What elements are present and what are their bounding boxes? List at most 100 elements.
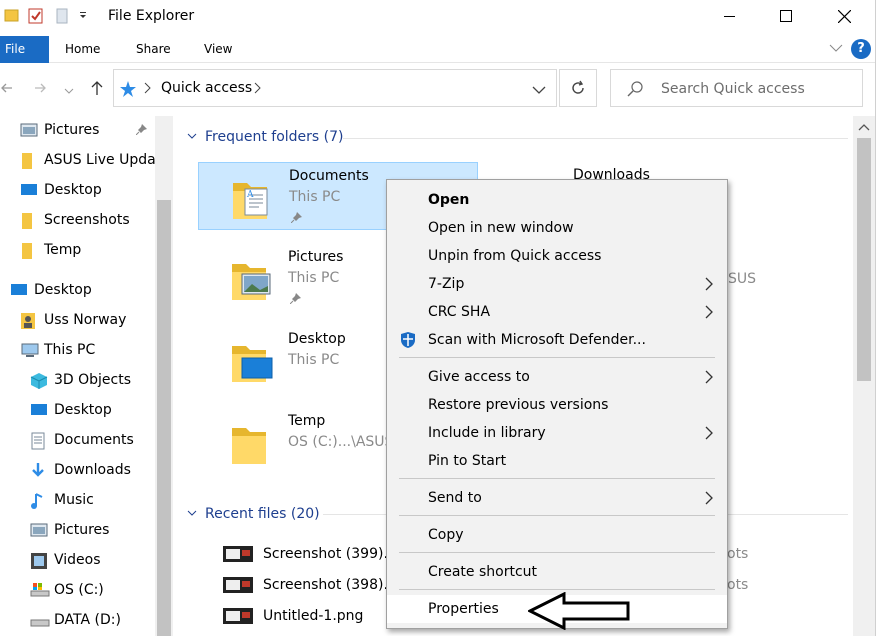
address-dropdown-icon[interactable]	[532, 84, 546, 99]
sidebar-item-asus-live-updat[interactable]: ASUS Live Updat	[0, 146, 161, 176]
qa-dropdown-icon[interactable]	[78, 10, 88, 25]
sidebar-item-label: OS (C:)	[54, 582, 104, 598]
folder-name: Documents	[289, 168, 369, 184]
sidebar-item-3d-objects[interactable]: 3D Objects	[0, 366, 155, 396]
menu-item-crc-sha[interactable]: CRC SHA	[387, 298, 727, 326]
breadcrumb-separator-icon[interactable]	[144, 82, 152, 98]
folder-icon	[20, 212, 38, 229]
scroll-up-icon[interactable]	[857, 121, 871, 136]
recent-locations-icon[interactable]	[64, 85, 74, 100]
sidebar-item-data-d[interactable]: DATA (D:)	[0, 606, 155, 636]
breadcrumb-quick-access[interactable]: Quick access	[161, 80, 252, 96]
menu-item-give-access-to[interactable]: Give access to	[387, 363, 727, 391]
sidebar-item-label: Music	[54, 492, 94, 508]
sidebar-item-label: Videos	[54, 552, 101, 568]
minimize-button[interactable]	[701, 0, 759, 32]
menu-item-label: Create shortcut	[428, 564, 538, 580]
content-scroll-thumb[interactable]	[857, 138, 871, 381]
image-file-icon	[223, 546, 253, 562]
sidebar-item-desktop[interactable]: Desktop	[0, 276, 155, 306]
sidebar-item-screenshots[interactable]: Screenshots	[0, 206, 155, 236]
defender-shield-icon	[399, 331, 417, 353]
menu-item-pin-to-start[interactable]: Pin to Start	[387, 447, 727, 475]
close-button[interactable]	[815, 0, 873, 32]
sidebar-item-label: DATA (D:)	[54, 612, 121, 628]
recent-file-name: Screenshot (399).p	[263, 546, 397, 562]
menu-item-restore-previous-versions[interactable]: Restore previous versions	[387, 391, 727, 419]
submenu-arrow-icon	[704, 490, 714, 510]
tab-file[interactable]: File	[0, 36, 49, 63]
sidebar-item-pictures[interactable]: Pictures	[0, 116, 155, 146]
menu-item-scan-with-microsoft-defender[interactable]: Scan with Microsoft Defender...	[387, 326, 727, 354]
title-bar: File Explorer	[0, 0, 881, 34]
tab-home[interactable]: Home	[65, 42, 100, 56]
collapse-chevron-icon[interactable]	[187, 129, 197, 145]
sidebar-item-desktop[interactable]: Desktop	[0, 396, 155, 426]
recent-file-name: Screenshot (398).p	[263, 577, 397, 593]
properties-qa-icon[interactable]	[28, 7, 44, 29]
search-input[interactable]: Search Quick access	[661, 81, 805, 97]
temp-folder-icon	[230, 416, 276, 472]
sidebar-item-label: 3D Objects	[54, 372, 132, 388]
sidebar-item-documents[interactable]: Documents	[0, 426, 155, 456]
sidebar-item-os-c[interactable]: OS (C:)	[0, 576, 155, 606]
menu-item-label: Send to	[428, 490, 482, 506]
desktop-icon	[10, 282, 28, 298]
recent-file-location: ots	[727, 577, 749, 593]
menu-item-create-shortcut[interactable]: Create shortcut	[387, 558, 727, 586]
sidebar-item-this-pc[interactable]: This PC	[0, 336, 155, 366]
search-box[interactable]: Search Quick access	[610, 69, 863, 107]
menu-item-include-in-library[interactable]: Include in library	[387, 419, 727, 447]
menu-item-label: Give access to	[428, 369, 530, 385]
breadcrumb-chevron-icon[interactable]	[254, 82, 262, 98]
sidebar-item-videos[interactable]: Videos	[0, 546, 155, 576]
maximize-button[interactable]	[757, 0, 815, 32]
drive-c-icon	[30, 582, 50, 598]
sidebar-item-temp[interactable]: Temp	[0, 236, 155, 266]
menu-item-open-in-new-window[interactable]: Open in new window	[387, 214, 727, 242]
ribbon: File Home Share View ?	[0, 34, 881, 63]
tab-share[interactable]: Share	[136, 42, 171, 56]
sidebar-item-label: Uss Norway	[44, 312, 127, 328]
refresh-button[interactable]	[559, 69, 597, 107]
downloads-location: SUS	[728, 271, 757, 287]
pictures-folder-icon	[230, 252, 276, 308]
expand-ribbon-icon[interactable]	[829, 42, 843, 57]
recent-file-location: ots	[727, 546, 749, 562]
image-file-icon	[223, 577, 253, 593]
folder-location: This PC	[288, 270, 340, 286]
recent-files-header[interactable]: Recent files (20)	[187, 506, 320, 522]
sidebar-item-label: Desktop	[44, 182, 102, 198]
sidebar-item-pictures[interactable]: Pictures	[0, 516, 155, 546]
sidebar-item-downloads[interactable]: Downloads	[0, 456, 155, 486]
menu-item-send-to[interactable]: Send to	[387, 484, 727, 512]
back-arrow-icon[interactable]	[0, 82, 14, 98]
address-bar[interactable]: Quick access	[113, 69, 557, 107]
help-button[interactable]: ?	[851, 39, 871, 59]
up-arrow-icon[interactable]	[90, 80, 104, 100]
menu-item-unpin-from-quick-access[interactable]: Unpin from Quick access	[387, 242, 727, 270]
navigation-pane: Pictures ASUS Live Updat Desktop Screenshot…	[0, 116, 173, 636]
tab-view[interactable]: View	[204, 42, 232, 56]
menu-item-7-zip[interactable]: 7-Zip	[387, 270, 727, 298]
new-folder-qa-icon[interactable]	[55, 7, 69, 29]
sidebar-item-uss-norway[interactable]: Uss Norway	[0, 306, 155, 336]
sidebar-item-label: Desktop	[54, 402, 112, 418]
menu-item-label: Unpin from Quick access	[428, 248, 602, 264]
frequent-folders-header[interactable]: Frequent folders (7)	[187, 129, 344, 145]
menu-separator	[399, 478, 715, 479]
forward-arrow-icon[interactable]	[33, 82, 47, 98]
menu-item-label: Copy	[428, 527, 464, 543]
folder-location: This PC	[288, 352, 340, 368]
sidebar-item-label: ASUS Live Updat	[44, 152, 162, 168]
menu-separator	[399, 589, 715, 590]
desktop-folder-icon	[230, 334, 276, 390]
menu-item-open[interactable]: Open	[387, 186, 727, 214]
navigation-pane-scroll-thumb[interactable]	[157, 200, 171, 636]
menu-item-copy[interactable]: Copy	[387, 521, 727, 549]
sidebar-item-music[interactable]: Music	[0, 486, 155, 516]
collapse-chevron-icon[interactable]	[187, 506, 197, 522]
sidebar-item-desktop[interactable]: Desktop	[0, 176, 155, 206]
explorer-app-icon[interactable]	[4, 7, 20, 27]
desktop-icon	[30, 402, 48, 418]
